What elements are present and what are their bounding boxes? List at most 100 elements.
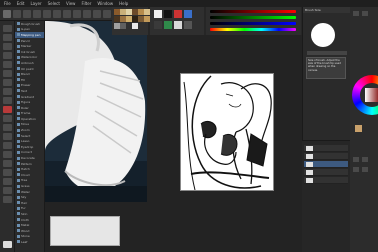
undo-icon[interactable] [33,9,41,18]
layer-thumbnail [306,162,313,167]
layer-row-selected[interactable] [304,161,348,168]
menu-filter[interactable]: Filter [81,0,91,7]
text-tool-icon[interactable] [3,178,12,185]
menu-select[interactable]: Select [48,0,60,7]
layer-lock-icon[interactable] [353,167,359,172]
swatch-dark-gray[interactable] [154,21,162,29]
brush-icon [17,184,20,188]
reference-footer [45,202,147,252]
drawing-canvas[interactable] [180,73,274,191]
new-icon[interactable] [3,9,11,18]
eraser-tool-icon[interactable] [3,115,12,122]
menu-edit[interactable]: Edit [17,0,25,7]
subtool-label: Airbrush [21,60,34,65]
subtool-label: Oil paint [21,66,34,71]
menu-help[interactable]: Help [119,0,128,7]
swatch-gray[interactable] [184,21,192,29]
redo-icon[interactable] [43,9,51,18]
layer-row[interactable] [304,153,348,160]
layer-panel [302,140,350,252]
menu-view[interactable]: View [66,0,76,7]
brush-icon [17,22,20,26]
panel-title: Brush Size [303,7,351,13]
brush-icon [17,173,20,177]
move-tool-icon[interactable] [3,34,12,41]
swatch-white[interactable] [154,10,162,18]
swatch-black[interactable] [164,10,172,18]
brush-icon [17,162,20,166]
correct-tool-icon[interactable] [3,196,12,203]
reference-thumbnail[interactable] [50,216,120,246]
green-slider[interactable] [210,16,296,19]
fill-tool-icon[interactable] [3,133,12,140]
pencil-tool-icon[interactable] [3,79,12,86]
transform-icon[interactable] [73,9,81,18]
layer-thumbnail [306,146,313,151]
brush-size-slider[interactable] [307,51,347,55]
subtool-label: Fill [21,77,26,82]
panel-close-icon[interactable] [362,11,368,16]
blend-tool-icon[interactable] [3,124,12,131]
gradient-tool-icon[interactable] [3,142,12,149]
brush-icon [17,150,20,154]
swatch-light-gray[interactable] [174,21,182,29]
save-icon[interactable] [23,9,31,18]
subtool-label: Ink brush [21,49,35,54]
decoration-tool-icon[interactable] [3,106,12,113]
command-bar [0,7,112,21]
subtool-label: Marker [21,44,32,49]
frame-tool-icon[interactable] [3,160,12,167]
invert-icon[interactable] [93,9,101,18]
subtool-label: Grass [21,184,30,189]
color-swatches [150,7,204,35]
red-slider[interactable] [210,10,296,13]
figure-tool-icon[interactable] [3,151,12,158]
balloon-tool-icon[interactable] [3,187,12,194]
select-tool-icon[interactable] [3,43,12,50]
pen-tool-icon[interactable] [3,70,12,77]
brush-icon [17,139,20,143]
palette-swatch[interactable] [132,23,138,29]
subtool-item[interactable]: Leaf [15,239,44,245]
brush-icon [17,229,20,233]
brush-icon [17,72,20,76]
brush-tool-icon[interactable] [3,88,12,95]
blue-slider[interactable] [210,22,296,25]
airbrush-tool-icon[interactable] [3,97,12,104]
menu-layer[interactable]: Layer [30,0,41,7]
menu-window[interactable]: Window [97,0,113,7]
brush-icon [17,206,20,210]
layer-mask-icon[interactable] [362,167,368,172]
layer-delete-icon[interactable] [362,157,368,162]
clear-icon[interactable] [53,9,61,18]
eyedropper-tool-icon[interactable] [3,61,12,68]
deselect-icon[interactable] [83,9,91,18]
saturation-value-square[interactable] [365,88,378,102]
layer-row[interactable] [304,145,348,152]
open-icon[interactable] [13,9,21,18]
settings-icon[interactable] [103,9,111,18]
ruler-tool-icon[interactable] [3,169,12,176]
subtool-label: G-pen [21,27,31,32]
zoom-tool-icon[interactable] [3,25,12,32]
brush-tip-preview [311,23,335,47]
layer-row[interactable] [304,177,348,184]
brush-icon [17,100,20,104]
layer-new-icon[interactable] [353,157,359,162]
layer-row[interactable] [304,169,348,176]
brush-icon [17,122,20,126]
menu-file[interactable]: File [4,0,11,7]
hue-wheel[interactable] [352,75,378,115]
brush-icon [17,134,20,138]
subtool-label: Lasso [21,139,30,144]
subtool-label: Water [21,189,30,194]
swatch-green[interactable] [164,21,172,29]
swatch-blue[interactable] [184,10,192,18]
brush-icon [17,178,20,182]
swatch-red[interactable] [174,10,182,18]
panel-menu-icon[interactable] [353,11,359,16]
hue-slider[interactable] [210,28,296,31]
fill-icon[interactable] [63,9,71,18]
main-color-icon[interactable] [3,241,12,248]
lasso-tool-icon[interactable] [3,52,12,59]
